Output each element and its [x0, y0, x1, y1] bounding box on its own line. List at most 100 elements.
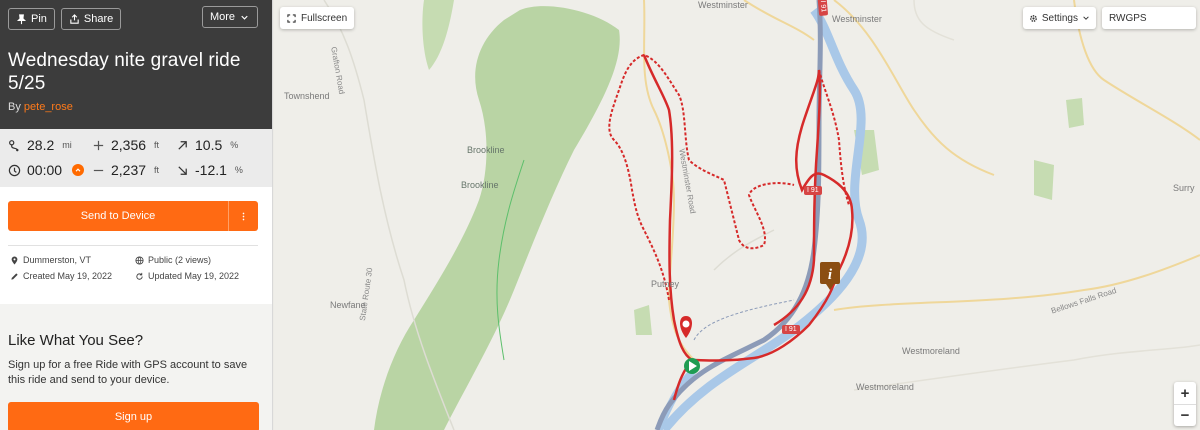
visibility-meta: Public (2 views)	[135, 254, 265, 266]
route-sidebar: Pin Share More Wednesday nite gravel rid…	[0, 0, 273, 430]
more-label: More	[209, 11, 235, 23]
refresh-icon	[136, 272, 143, 280]
send-to-device-button[interactable]: Send to Device	[8, 201, 228, 231]
chevron-down-icon	[1083, 16, 1089, 20]
min-grade-value: -12.1	[195, 162, 227, 178]
road	[743, 0, 815, 41]
map-label-town: Brookline	[467, 145, 505, 155]
map-label-town: Putney	[651, 279, 680, 289]
route-line	[608, 53, 795, 301]
location-text: Dummerston, VT	[23, 255, 92, 265]
route-distance-icon	[9, 139, 19, 151]
forest-area	[1034, 160, 1054, 200]
elevation-gain-unit: ft	[154, 140, 160, 150]
promo-title: Like What You See?	[8, 332, 144, 349]
highway-shield: I 91	[817, 0, 829, 16]
more-vertical-icon	[242, 212, 245, 220]
send-row: Send to Device	[8, 201, 258, 231]
road	[693, 299, 795, 341]
by-label: By	[8, 101, 21, 113]
share-icon	[70, 13, 79, 24]
max-grade-value: 10.5	[195, 137, 223, 153]
send-options-button[interactable]	[228, 201, 258, 231]
route-stats: 28.2 mi 2,356 ft 10.5% 00:00 2,237 ft -12.1…	[0, 129, 272, 187]
signup-button[interactable]: Sign up	[8, 402, 259, 430]
route-meta: Dummerston, VT Public (2 views) Created …	[10, 254, 272, 282]
zoom-control: + −	[1174, 382, 1196, 426]
distance-unit: mi	[62, 140, 72, 150]
elevation-gain-stat: 2,356 ft	[92, 135, 176, 155]
forest-area	[374, 6, 620, 430]
start-marker[interactable]	[684, 358, 700, 374]
route-line	[818, 69, 850, 206]
duration-value: 00:00	[27, 162, 63, 178]
divider	[8, 245, 258, 246]
share-label: Share	[83, 13, 114, 25]
min-grade-stat: -12.1%	[176, 160, 266, 180]
created-text: Created May 19, 2022	[23, 271, 113, 281]
chevron-down-icon	[241, 15, 248, 20]
map-label-town: Townshend	[284, 91, 330, 101]
pencil-icon	[11, 272, 18, 280]
elevation-loss-unit: ft	[154, 165, 160, 175]
author-link[interactable]: pete_rose	[24, 101, 73, 113]
arrow-down-right-icon	[178, 165, 187, 175]
road	[913, 0, 955, 41]
plus-icon	[93, 140, 104, 150]
location-meta: Dummerston, VT	[10, 254, 135, 266]
max-grade-unit: %	[230, 140, 239, 150]
pin-icon	[16, 13, 27, 24]
route-header: Pin Share More Wednesday nite gravel rid…	[0, 0, 272, 129]
created-meta: Created May 19, 2022	[10, 270, 135, 282]
map-label-town: Brookline	[461, 180, 499, 190]
byline: By pete_rose	[8, 101, 264, 113]
map-label-town: Westminster	[832, 14, 882, 24]
forest-area	[1066, 98, 1084, 128]
gear-icon	[1029, 14, 1037, 22]
updated-text: Updated May 19, 2022	[148, 271, 240, 281]
map-settings-button[interactable]: Settings	[1022, 7, 1096, 29]
fullscreen-button[interactable]: Fullscreen	[280, 7, 355, 29]
distance-value: 28.2	[27, 137, 55, 153]
elevation-gain-value: 2,356	[111, 137, 147, 153]
pin-label: Pin	[31, 13, 47, 25]
road	[833, 254, 1200, 311]
max-grade-stat: 10.5%	[176, 135, 266, 155]
minus-icon	[93, 169, 104, 171]
elevation-loss-stat: 2,237 ft	[92, 160, 176, 180]
visibility-text: Public (2 views)	[148, 255, 212, 265]
zoom-in-button[interactable]: +	[1174, 382, 1196, 404]
globe-icon	[135, 255, 144, 265]
location-pin-icon	[11, 256, 18, 265]
basemap-select[interactable]: RWGPS	[1102, 7, 1196, 29]
min-grade-unit: %	[234, 165, 243, 175]
more-button[interactable]: More	[201, 6, 258, 28]
fullscreen-label: Fullscreen	[301, 12, 348, 24]
updated-meta: Updated May 19, 2022	[135, 270, 265, 282]
zoom-out-button[interactable]: −	[1174, 404, 1196, 426]
road	[713, 229, 775, 271]
signup-promo: Like What You See? Sign up for a free Ri…	[0, 304, 272, 430]
map-label-town: Westmoreland	[856, 382, 914, 392]
map-label-town: Westminster	[698, 0, 748, 10]
elevation-loss-value: 2,237	[111, 162, 147, 178]
pin-button[interactable]: Pin	[8, 8, 55, 30]
end-marker[interactable]	[680, 316, 692, 338]
settings-label: Settings	[1041, 12, 1078, 24]
arrow-up-right-icon	[178, 140, 187, 150]
share-button[interactable]: Share	[60, 8, 122, 30]
map-label-town: Westmoreland	[902, 346, 960, 356]
map-label-town: Surry	[1173, 183, 1195, 193]
duration-stat: 00:00	[8, 160, 92, 180]
forest-area	[422, 0, 454, 70]
highway-shield: I 91	[804, 186, 822, 195]
map-canvas: i	[323, 0, 1200, 430]
forest-area	[634, 305, 652, 335]
clock-icon	[8, 164, 21, 176]
route-map[interactable]: i Westminster Westminster Townshend Broo…	[274, 0, 1200, 430]
expand-icon	[287, 13, 296, 23]
expand-stats-icon[interactable]	[72, 164, 85, 176]
distance-stat: 28.2 mi	[8, 135, 92, 155]
highway-shield: I 91	[782, 325, 800, 334]
route-title: Wednesday nite gravel ride 5/25	[8, 50, 241, 94]
